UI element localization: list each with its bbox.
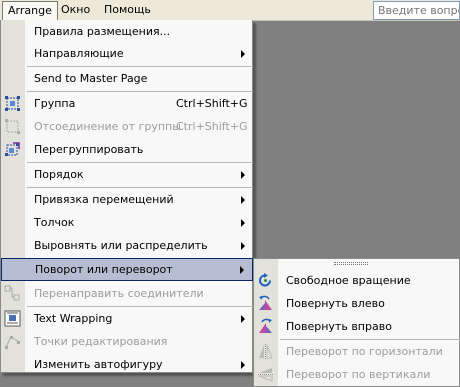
menu-item-align-distribute[interactable]: Выровнять или распределить (1, 234, 253, 257)
regroup-icon (4, 141, 21, 158)
menu-window[interactable]: Окно (56, 1, 95, 19)
menu-item-label: Порядок (34, 168, 84, 181)
menu-item-rotate-right[interactable]: Повернуть вправо (254, 315, 460, 338)
menu-item-label: Точки редактирования (34, 335, 168, 348)
ungroup-icon (4, 118, 21, 135)
menu-item-label: Выровнять или распределить (34, 239, 208, 252)
menu-item-group[interactable]: Группа Ctrl+Shift+G (1, 92, 253, 115)
menu-item-shortcut: Ctrl+Shift+G (176, 120, 248, 133)
rotate-left-icon (257, 295, 274, 312)
submenu-drag-handle[interactable] (334, 262, 368, 265)
free-rotate-icon (257, 272, 274, 289)
submenu-arrow-icon (241, 315, 245, 323)
menu-item-nudge[interactable]: Толчок (1, 211, 253, 234)
submenu-arrow-icon (241, 219, 245, 227)
help-search-input[interactable]: Введите вопрос (373, 1, 460, 20)
flip-vertical-icon (257, 366, 274, 383)
rotate-right-icon (257, 318, 274, 335)
menu-item-label: Переворот по вертикали (286, 368, 431, 381)
menu-item-free-rotate[interactable]: Свободное вращение (254, 269, 460, 292)
reroute-connectors-icon (4, 285, 21, 302)
menu-item-label: Группа (34, 97, 76, 110)
group-icon (4, 95, 21, 112)
menu-item-snap[interactable]: Привязка перемещений (1, 188, 253, 211)
rotate-flip-submenu: Свободное вращение Повернуть влево Повер… (253, 258, 460, 387)
submenu-arrow-icon (240, 266, 244, 274)
menu-item-text-wrapping[interactable]: Text Wrapping (1, 307, 253, 330)
menu-item-regroup[interactable]: Перегруппировать (1, 138, 253, 161)
submenu-arrow-icon (241, 242, 245, 250)
submenu-arrow-icon (241, 196, 245, 204)
submenu-arrow-icon (241, 171, 245, 179)
submenu-arrow-icon (241, 361, 245, 369)
flip-horizontal-icon (257, 343, 274, 360)
menu-item-reroute-connectors[interactable]: Перенаправить соединители (1, 282, 253, 305)
arrange-menu: Правила размещения... Направляющие Send … (0, 20, 253, 373)
menu-item-shortcut: Ctrl+Shift+G (176, 97, 248, 110)
menu-item-label: Правила размещения... (34, 25, 171, 38)
menu-item-label: Text Wrapping (34, 312, 113, 325)
menu-item-order[interactable]: Порядок (1, 163, 253, 186)
menu-item-label: Свободное вращение (286, 274, 411, 287)
edit-points-icon (4, 333, 21, 350)
menu-item-change-autoshape[interactable]: Изменить автофигуру (1, 353, 253, 376)
menu-item-rotate-flip[interactable]: Поворот или переворот (1, 258, 253, 281)
menu-item-guides[interactable]: Направляющие (1, 42, 253, 65)
menu-item-flip-vertical[interactable]: Переворот по вертикали (254, 363, 460, 386)
menu-item-label: Поворот или переворот (35, 263, 173, 276)
menu-help[interactable]: Помощь (99, 1, 156, 19)
menu-item-label: Send to Master Page (34, 72, 148, 85)
menu-bar: Arrange Окно Помощь Введите вопрос (0, 0, 460, 21)
menu-item-label: Отсоединение от группы (34, 120, 181, 133)
menu-item-edit-points[interactable]: Точки редактирования (1, 330, 253, 353)
menu-arrange[interactable]: Arrange (2, 1, 58, 21)
menu-item-label: Направляющие (34, 47, 124, 60)
menu-item-send-to-master[interactable]: Send to Master Page (1, 67, 253, 90)
menu-item-label: Повернуть вправо (286, 320, 392, 333)
submenu-arrow-icon (241, 50, 245, 58)
menu-item-flip-horizontal[interactable]: Переворот по горизонтали (254, 340, 460, 363)
menu-item-label: Повернуть влево (286, 297, 385, 310)
menu-item-label: Переворот по горизонтали (286, 345, 443, 358)
menu-item-label: Перенаправить соединители (34, 287, 204, 300)
menu-item-label: Изменить автофигуру (34, 358, 163, 371)
text-wrap-icon (4, 310, 21, 327)
menu-item-ungroup[interactable]: Отсоединение от группы Ctrl+Shift+G (1, 115, 253, 138)
menu-item-rotate-left[interactable]: Повернуть влево (254, 292, 460, 315)
menu-item-label: Перегруппировать (34, 143, 144, 156)
menu-item-layout-rules[interactable]: Правила размещения... (1, 20, 253, 43)
menu-item-label: Толчок (34, 216, 75, 229)
menu-item-label: Привязка перемещений (34, 193, 174, 206)
